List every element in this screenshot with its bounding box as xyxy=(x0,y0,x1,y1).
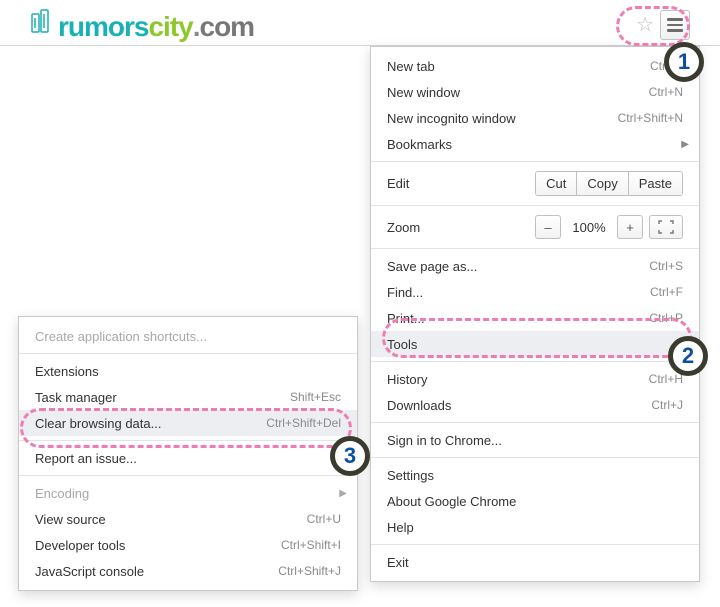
menu-shortcut: Shift+Esc xyxy=(290,390,341,404)
menu-item-settings[interactable]: Settings xyxy=(371,462,699,488)
logo-text: com xyxy=(200,11,255,43)
menu-separator xyxy=(371,422,699,423)
menu-label: Downloads xyxy=(387,398,451,413)
menu-label: Encoding xyxy=(35,486,89,501)
logo-text: . xyxy=(193,11,200,43)
menu-item-print[interactable]: Print... Ctrl+P xyxy=(371,305,699,331)
main-menu: New tab Ctrl+T New window Ctrl+N New inc… xyxy=(370,46,700,582)
menu-label: New tab xyxy=(387,59,435,74)
menu-label: Report an issue... xyxy=(35,451,137,466)
menu-separator xyxy=(371,161,699,162)
submenu-item-task-manager[interactable]: Task manager Shift+Esc xyxy=(19,384,357,410)
submenu-item-developer-tools[interactable]: Developer tools Ctrl+Shift+I xyxy=(19,532,357,558)
zoom-in-button[interactable]: + xyxy=(617,215,643,239)
menu-label: New window xyxy=(387,85,460,100)
menu-shortcut: Ctrl+P xyxy=(649,311,683,325)
menu-shortcut: Ctrl+F xyxy=(650,285,683,299)
submenu-item-extensions[interactable]: Extensions xyxy=(19,358,357,384)
fullscreen-button[interactable] xyxy=(649,215,683,239)
menu-shortcut: Ctrl+J xyxy=(651,398,683,412)
menu-item-tools[interactable]: Tools ▶ xyxy=(371,331,699,357)
menu-separator xyxy=(371,457,699,458)
menu-label: Exit xyxy=(387,555,409,570)
menu-shortcut: Ctrl+Shift+J xyxy=(278,564,341,578)
menu-button[interactable] xyxy=(660,10,690,40)
menu-label: History xyxy=(387,372,427,387)
menu-separator xyxy=(371,205,699,206)
menu-item-edit: Edit Cut Copy Paste xyxy=(371,166,699,201)
menu-separator xyxy=(19,475,357,476)
menu-shortcut: Ctrl+T xyxy=(650,59,683,73)
copy-button[interactable]: Copy xyxy=(576,172,627,195)
menu-label: Save page as... xyxy=(387,259,477,274)
menu-label: Create application shortcuts... xyxy=(35,329,207,344)
paste-button[interactable]: Paste xyxy=(628,172,682,195)
menu-label: Sign in to Chrome... xyxy=(387,433,502,448)
menu-item-signin[interactable]: Sign in to Chrome... xyxy=(371,427,699,453)
submenu-item-javascript-console[interactable]: JavaScript console Ctrl+Shift+J xyxy=(19,558,357,584)
star-icon[interactable]: ☆ xyxy=(636,15,654,35)
menu-item-new-tab[interactable]: New tab Ctrl+T xyxy=(371,53,699,79)
menu-label: Extensions xyxy=(35,364,99,379)
menu-item-help[interactable]: Help xyxy=(371,514,699,540)
menu-label: New incognito window xyxy=(387,111,516,126)
zoom-value: 100% xyxy=(567,220,611,235)
menu-item-new-window[interactable]: New window Ctrl+N xyxy=(371,79,699,105)
menu-separator xyxy=(19,353,357,354)
submenu-item-create-shortcuts: Create application shortcuts... xyxy=(19,323,357,349)
menu-item-about[interactable]: About Google Chrome xyxy=(371,488,699,514)
chevron-right-icon: ▶ xyxy=(339,488,347,499)
menu-shortcut: Ctrl+U xyxy=(307,512,341,526)
menu-label: JavaScript console xyxy=(35,564,144,579)
menu-item-downloads[interactable]: Downloads Ctrl+J xyxy=(371,392,699,418)
chevron-right-icon: ▶ xyxy=(681,139,689,150)
submenu-item-view-source[interactable]: View source Ctrl+U xyxy=(19,506,357,532)
site-logo: rumorscity.com xyxy=(26,8,254,43)
menu-shortcut: Ctrl+Shift+I xyxy=(281,538,341,552)
menu-shortcut: Ctrl+H xyxy=(649,372,683,386)
menu-separator xyxy=(371,544,699,545)
logo-icon xyxy=(26,6,54,34)
logo-text: rumors xyxy=(58,11,148,43)
logo-text: city xyxy=(148,11,192,43)
cut-button[interactable]: Cut xyxy=(536,172,576,195)
menu-label: Clear browsing data... xyxy=(35,416,161,431)
menu-item-new-incognito[interactable]: New incognito window Ctrl+Shift+N xyxy=(371,105,699,131)
menu-item-find[interactable]: Find... Ctrl+F xyxy=(371,279,699,305)
browser-toolbar: rumorscity.com ☆ xyxy=(0,0,720,46)
menu-shortcut: Ctrl+N xyxy=(649,85,683,99)
menu-label: View source xyxy=(35,512,106,527)
menu-shortcut: Ctrl+Shift+Del xyxy=(266,416,341,430)
menu-shortcut: Ctrl+S xyxy=(649,259,683,273)
tools-submenu: Create application shortcuts... Extensio… xyxy=(18,316,358,591)
menu-item-exit[interactable]: Exit xyxy=(371,549,699,575)
menu-item-save-page[interactable]: Save page as... Ctrl+S xyxy=(371,253,699,279)
menu-separator xyxy=(371,361,699,362)
hamburger-icon xyxy=(667,18,683,32)
zoom-out-button[interactable]: – xyxy=(535,215,561,239)
menu-label: Help xyxy=(387,520,414,535)
menu-label: Print... xyxy=(387,311,425,326)
menu-label: Edit xyxy=(387,176,409,191)
menu-separator xyxy=(19,440,357,441)
menu-label: Zoom xyxy=(387,220,420,235)
menu-label: Find... xyxy=(387,285,423,300)
menu-separator xyxy=(371,248,699,249)
menu-item-zoom: Zoom – 100% + xyxy=(371,210,699,244)
chevron-right-icon: ▶ xyxy=(681,339,689,350)
menu-label: Developer tools xyxy=(35,538,125,553)
submenu-item-encoding[interactable]: Encoding ▶ xyxy=(19,480,357,506)
menu-label: Tools xyxy=(387,337,417,352)
menu-item-bookmarks[interactable]: Bookmarks ▶ xyxy=(371,131,699,157)
menu-label: Bookmarks xyxy=(387,137,452,152)
menu-label: About Google Chrome xyxy=(387,494,516,509)
menu-item-history[interactable]: History Ctrl+H xyxy=(371,366,699,392)
submenu-item-clear-browsing-data[interactable]: Clear browsing data... Ctrl+Shift+Del xyxy=(19,410,357,436)
fullscreen-icon xyxy=(658,220,674,234)
menu-label: Task manager xyxy=(35,390,117,405)
menu-shortcut: Ctrl+Shift+N xyxy=(618,111,683,125)
submenu-item-report-issue[interactable]: Report an issue... xyxy=(19,445,357,471)
menu-label: Settings xyxy=(387,468,434,483)
